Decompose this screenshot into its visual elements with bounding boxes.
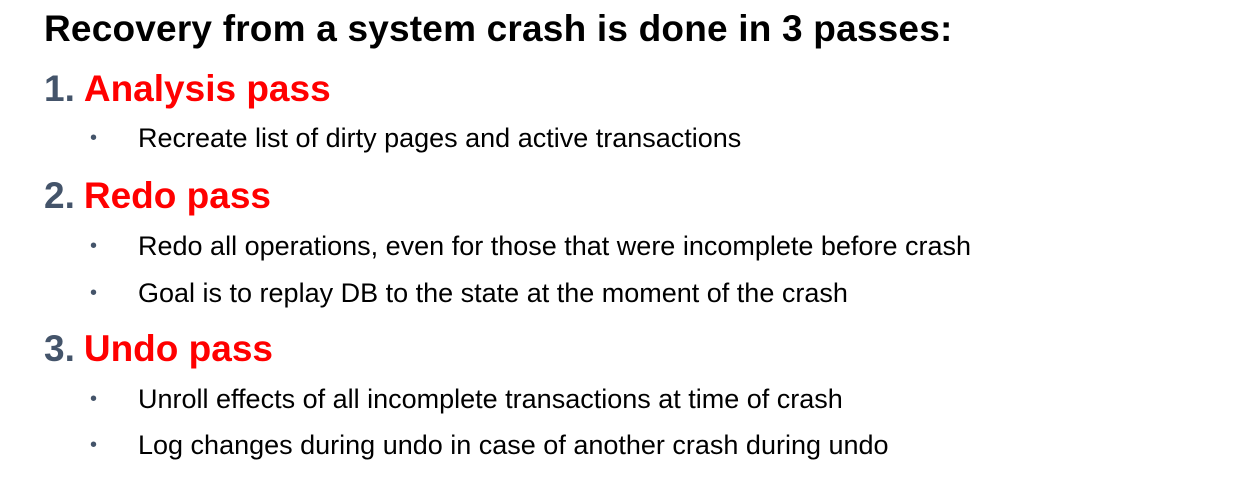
pass-title: Undo pass: [83, 328, 273, 369]
bullet-item: • Unroll effects of all incomplete transa…: [90, 384, 843, 415]
pass-number: 2.: [44, 175, 75, 216]
pass-title: Analysis pass: [83, 68, 331, 109]
bullet-text: Unroll effects of all incomplete transac…: [138, 384, 843, 414]
pass-redo: 2. Redo pass: [44, 175, 271, 217]
bullet-item: • Redo all operations, even for those tha…: [90, 231, 971, 262]
bullet-item: • Log changes during undo in case of anot…: [90, 430, 889, 461]
slide-heading: Recovery from a system crash is done in …: [44, 8, 953, 49]
bullet-dot: •: [90, 235, 98, 257]
bullet-dot: •: [90, 282, 98, 304]
bullet-text: Redo all operations, even for those that…: [138, 231, 971, 261]
bullet-text: Log changes during undo in case of anoth…: [138, 430, 889, 460]
bullet-item: • Recreate list of dirty pages and active…: [90, 123, 741, 154]
slide: Recovery from a system crash is done in …: [0, 0, 1254, 498]
bullet-item: • Goal is to replay DB to the state at th…: [90, 278, 848, 309]
bullet-text: Recreate list of dirty pages and active …: [138, 123, 742, 153]
pass-number: 3.: [44, 328, 75, 369]
bullet-dot: •: [90, 127, 98, 149]
pass-number: 1.: [44, 68, 75, 109]
bullet-dot: •: [90, 388, 98, 410]
bullet-dot: •: [90, 434, 98, 456]
pass-undo: 3. Undo pass: [44, 328, 273, 370]
bullet-text: Goal is to replay DB to the state at the…: [138, 278, 848, 308]
pass-title: Redo pass: [83, 175, 271, 216]
pass-analysis: 1. Analysis pass: [44, 68, 331, 110]
